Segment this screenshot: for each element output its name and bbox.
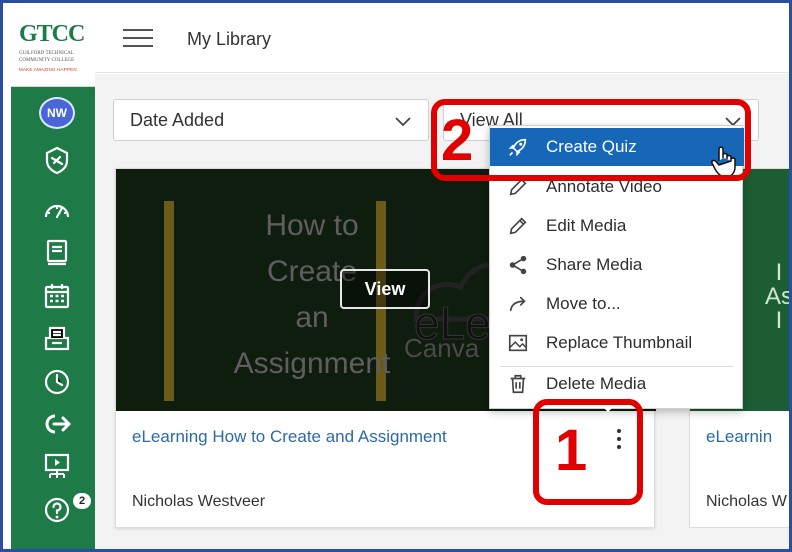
page-title: My Library — [187, 29, 272, 49]
menu-item-label: Move to... — [546, 294, 621, 313]
annotation-box-1 — [533, 399, 643, 505]
avatar[interactable]: NW — [39, 97, 75, 129]
annotation-number-2: 2 — [441, 108, 474, 173]
app-header: My Library — [95, 11, 789, 73]
menu-item-edit-media[interactable]: Edit Media — [490, 207, 744, 245]
menu-item-delete-media[interactable]: Delete Media — [490, 365, 744, 403]
thumbnail-sub: Canva — [404, 333, 480, 363]
menu-item-share-media[interactable]: Share Media — [490, 246, 744, 284]
logo-tagline: MAKE AMAZING HAPPEN — [19, 67, 77, 72]
annotation-number-1: 1 — [555, 418, 588, 483]
logo-line-2: COMMUNITY COLLEGE — [19, 58, 75, 63]
history-icon[interactable] — [40, 365, 74, 399]
media-title-link[interactable]: eLearning How to Create and Assignment — [132, 427, 447, 447]
dashboard-icon[interactable] — [40, 193, 74, 227]
sort-select[interactable]: Date Added — [113, 99, 429, 141]
courses-icon[interactable] — [40, 235, 74, 269]
logo-line-1: GUILFORD TECHNICAL — [19, 51, 74, 56]
menu-item-label: Delete Media — [546, 374, 647, 393]
trash-icon — [506, 372, 530, 396]
menu-item-label: Edit Media — [546, 216, 627, 235]
media-title-link-2[interactable]: eLearnin — [706, 427, 772, 447]
thumbnail-accent-bar — [164, 201, 174, 401]
thumbnail-text-line: How to — [265, 209, 359, 242]
view-button[interactable]: View — [340, 269, 430, 309]
admin-icon[interactable] — [40, 143, 74, 177]
logo-word: GTCC — [19, 21, 85, 47]
help-icon[interactable] — [40, 493, 74, 527]
arrow-icon — [506, 292, 530, 316]
inbox-icon[interactable] — [40, 321, 74, 355]
logout-icon[interactable] — [40, 407, 74, 441]
logo[interactable]: GTCC GUILFORD TECHNICAL COMMUNITY COLLEG… — [11, 11, 95, 87]
share-icon — [506, 253, 530, 277]
edit-icon — [506, 214, 530, 238]
studio-icon[interactable] — [40, 449, 74, 483]
image-icon — [506, 331, 530, 355]
thumbnail-text-line: Assignment — [233, 347, 391, 380]
sort-select-value: Date Added — [130, 110, 225, 130]
menu-item-label: Share Media — [546, 255, 643, 274]
menu-item-move-to[interactable]: Move to... — [490, 285, 744, 323]
hamburger-menu-icon[interactable] — [123, 29, 153, 51]
calendar-icon[interactable] — [40, 279, 74, 313]
chevron-down-icon — [395, 117, 411, 127]
help-badge: 2 — [71, 491, 93, 511]
media-author-2: Nicholas W — [706, 493, 787, 510]
media-author: Nicholas Westveer — [132, 493, 266, 510]
app-window: GTCC GUILFORD TECHNICAL COMMUNITY COLLEG… — [0, 0, 792, 552]
menu-item-replace-thumbnail[interactable]: Replace Thumbnail — [490, 324, 744, 362]
annotation-box-2 — [431, 99, 751, 181]
global-nav: GTCC GUILFORD TECHNICAL COMMUNITY COLLEG… — [11, 11, 95, 549]
menu-item-label: Replace Thumbnail — [546, 333, 693, 352]
